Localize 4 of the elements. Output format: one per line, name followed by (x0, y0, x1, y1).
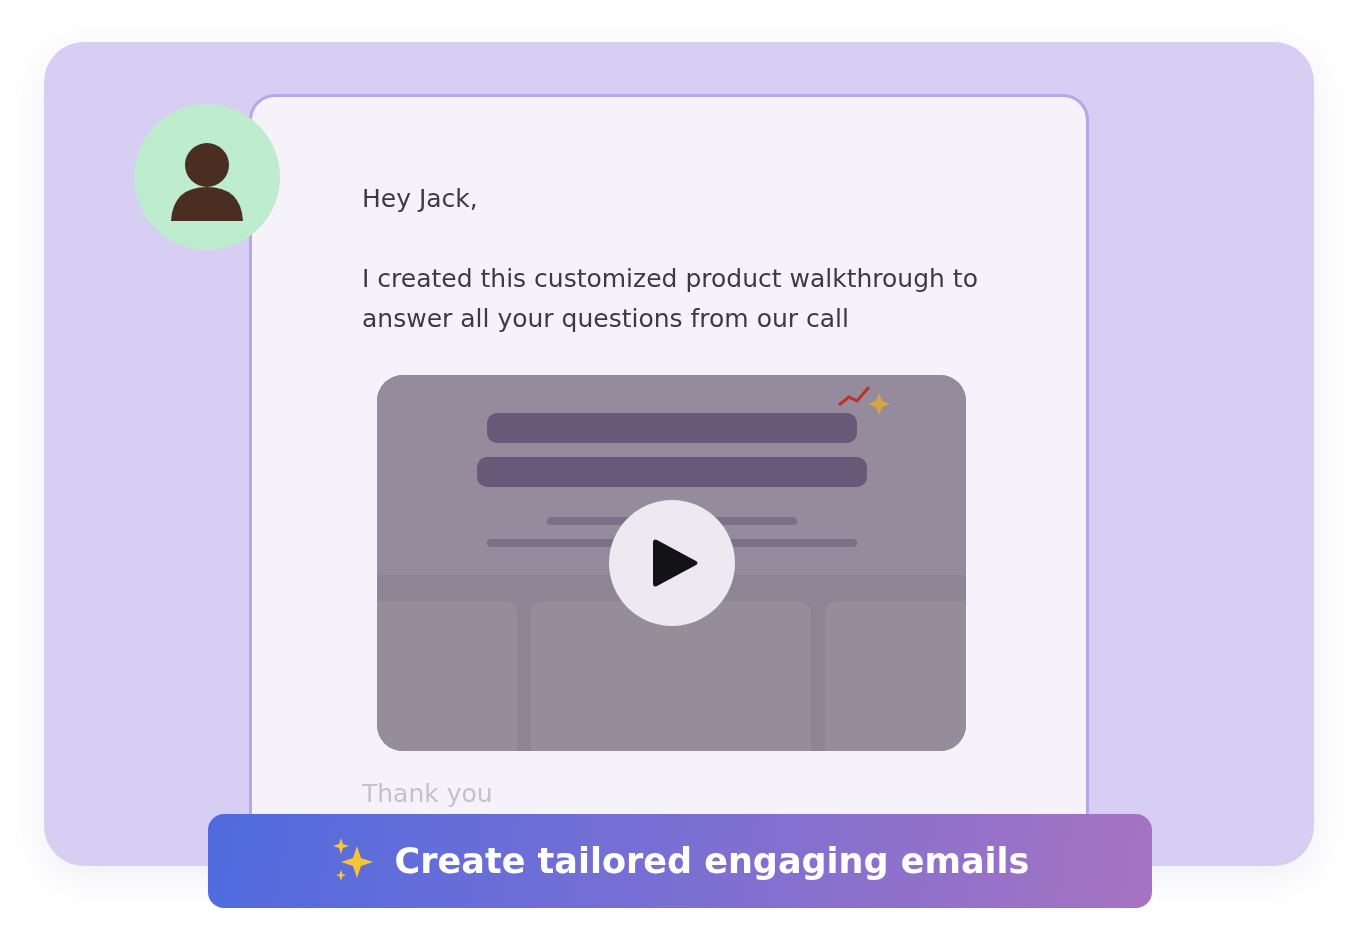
email-greeting: Hey Jack, (362, 183, 478, 215)
banner-title: Create tailored engaging emails (394, 841, 1030, 881)
play-icon (653, 537, 699, 589)
email-message: I created this customized product walkthrough to answer all your questions from our call (362, 263, 979, 335)
